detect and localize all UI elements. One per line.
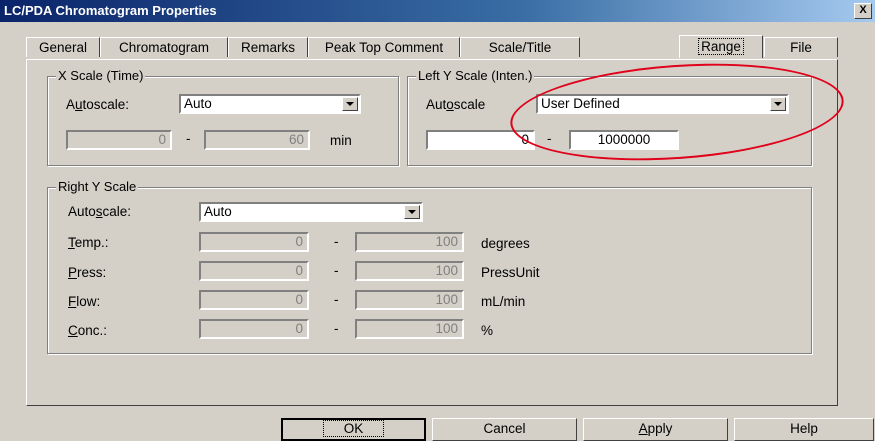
group-title: X Scale (Time) [56, 68, 146, 83]
range-separator: - [334, 321, 339, 336]
left-y-max-field[interactable]: 1000000 [569, 130, 679, 150]
combo-value: Auto [204, 204, 232, 219]
field-value: 0 [158, 132, 166, 147]
field-value: 100 [435, 263, 458, 278]
window-title: LC/PDA Chromatogram Properties [4, 3, 217, 18]
field-value: 1000000 [597, 132, 651, 147]
combo-value: Auto [184, 96, 212, 111]
temp-max-field: 100 [355, 232, 464, 252]
right-y-scale-group: Right Y Scale Autoscale: Auto Temp.: 0 -… [47, 179, 812, 354]
combo-value: User Defined [541, 96, 620, 111]
conc-min-field: 0 [199, 319, 309, 339]
field-value: 100 [435, 321, 458, 336]
tab-peak-top-comment[interactable]: Peak Top Comment [308, 37, 460, 57]
chevron-down-icon[interactable] [342, 97, 358, 111]
chevron-down-icon[interactable] [770, 97, 786, 111]
close-button[interactable]: X [854, 3, 872, 19]
button-label: Apply [638, 421, 673, 436]
x-scale-group: X Scale (Time) Autoscale: Auto 0 - 60 mi… [47, 68, 399, 166]
group-title: Left Y Scale (Inten.) [416, 68, 535, 83]
close-icon: X [859, 4, 867, 16]
temp-unit-label: degrees [481, 236, 530, 251]
tab-label: Remarks [240, 40, 295, 55]
tab-range[interactable]: Range [679, 35, 763, 58]
tab-remarks[interactable]: Remarks [228, 37, 308, 57]
tab-general[interactable]: General [26, 37, 100, 57]
title-bar: LC/PDA Chromatogram Properties X [0, 0, 875, 22]
x-unit-label: min [330, 133, 352, 148]
press-label: Press: [68, 265, 107, 280]
x-autoscale-select[interactable]: Auto [179, 94, 361, 114]
left-y-scale-group: Left Y Scale (Inten.) Autoscale User Def… [407, 68, 812, 166]
tab-file[interactable]: File [764, 37, 838, 57]
range-separator: - [334, 292, 339, 307]
autoscale-label: Autoscale [426, 97, 486, 112]
left-y-autoscale-select[interactable]: User Defined [536, 94, 789, 114]
autoscale-label: Autoscale: [66, 97, 130, 112]
flow-max-field: 100 [355, 290, 464, 310]
chevron-down-icon[interactable] [404, 205, 420, 219]
range-separator: - [334, 234, 339, 249]
range-separator: - [547, 131, 552, 146]
tab-label: Chromatogram [118, 40, 210, 55]
x-min-field: 0 [66, 130, 172, 150]
tab-label: Range [698, 38, 744, 55]
tab-label: Scale/Title [488, 40, 552, 55]
tab-label: File [790, 40, 812, 55]
flow-label: Flow: [68, 294, 101, 309]
tab-label: General [38, 40, 88, 55]
help-button[interactable]: Help [734, 418, 874, 441]
autoscale-label: Autoscale: [68, 204, 132, 219]
field-value: 0 [295, 234, 303, 249]
button-label: OK [322, 420, 385, 437]
group-title: Right Y Scale [56, 179, 139, 194]
tab-chromatogram[interactable]: Chromatogram [100, 37, 228, 57]
field-value: 0 [521, 132, 529, 147]
tab-panel-range: X Scale (Time) Autoscale: Auto 0 - 60 mi… [26, 59, 838, 406]
conc-max-field: 100 [355, 319, 464, 339]
temp-min-field: 0 [199, 232, 309, 252]
temp-label: Temp.: [68, 235, 109, 250]
press-min-field: 0 [199, 261, 309, 281]
conc-unit-label: % [481, 323, 494, 338]
x-max-field: 60 [204, 130, 310, 150]
flow-min-field: 0 [199, 290, 309, 310]
button-label: Help [790, 421, 818, 436]
range-separator: - [186, 131, 191, 146]
tab-label: Peak Top Comment [324, 40, 444, 55]
left-y-min-field[interactable]: 0 [426, 130, 535, 150]
field-value: 0 [295, 292, 303, 307]
right-y-autoscale-select[interactable]: Auto [199, 202, 423, 222]
field-value: 100 [435, 234, 458, 249]
ok-button[interactable]: OK [281, 418, 426, 441]
field-value: 0 [295, 263, 303, 278]
field-value: 60 [288, 132, 304, 147]
press-max-field: 100 [355, 261, 464, 281]
flow-unit-label: mL/min [481, 294, 526, 309]
cancel-button[interactable]: Cancel [432, 418, 577, 441]
press-unit-label: PressUnit [481, 265, 540, 280]
conc-label: Conc.: [68, 323, 108, 338]
apply-button[interactable]: Apply [583, 418, 728, 441]
field-value: 0 [295, 321, 303, 336]
tab-scale-title[interactable]: Scale/Title [460, 37, 580, 57]
field-value: 100 [435, 292, 458, 307]
range-separator: - [334, 263, 339, 278]
button-label: Cancel [483, 421, 526, 436]
